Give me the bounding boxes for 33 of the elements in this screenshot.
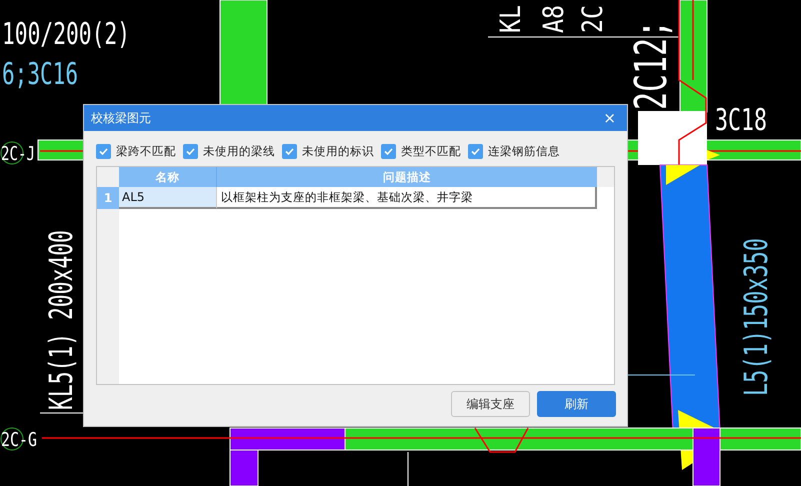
window-title: 校核梁图元 (91, 110, 151, 127)
checkbox-label: 类型不匹配 (401, 143, 461, 160)
drawing-label: KL5(1) 200x400 (44, 230, 80, 410)
check-icon (98, 146, 109, 158)
drawing-label: 6;3C16 (2, 57, 78, 92)
drawing-label: 100/200(2) (2, 17, 130, 52)
dialog-button[interactable]: 刷新 (537, 391, 616, 418)
column-header: 名称 (119, 167, 217, 188)
row-number: 1 (97, 187, 119, 210)
drawing-label: 2C (576, 5, 610, 33)
check-icon (383, 146, 394, 158)
check-icon (284, 146, 295, 158)
checkbox-label: 未使用的梁线 (203, 143, 275, 160)
checkbox-label: 未使用的标识 (302, 143, 374, 160)
table-cell: AL5 (119, 187, 217, 210)
checkbox-label: 连梁钢筋信息 (488, 143, 560, 160)
dialog-button[interactable]: 编辑支座 (451, 391, 530, 418)
checkbox-label: 梁跨不匹配 (116, 143, 176, 160)
table-cell: 以框架柱为支座的非框架梁、基础次梁、井字梁 (217, 187, 597, 210)
drawing-label: KL (494, 5, 528, 33)
check-icon (185, 146, 196, 158)
drawing-label: 2C12; (625, 20, 677, 110)
check-icon (470, 146, 481, 158)
checkbox[interactable] (96, 144, 111, 160)
column-header: 问题描述 (217, 167, 597, 188)
drawing-label: 3C18 (715, 104, 767, 138)
checkbox[interactable] (183, 144, 198, 160)
checkbox[interactable] (381, 144, 396, 160)
checkbox[interactable] (282, 144, 297, 160)
drawing-label: L5(1)150x350 (738, 238, 776, 396)
drawing-label: A8 (538, 5, 571, 33)
close-button[interactable]: × (599, 110, 620, 126)
checkbox[interactable] (468, 144, 483, 160)
